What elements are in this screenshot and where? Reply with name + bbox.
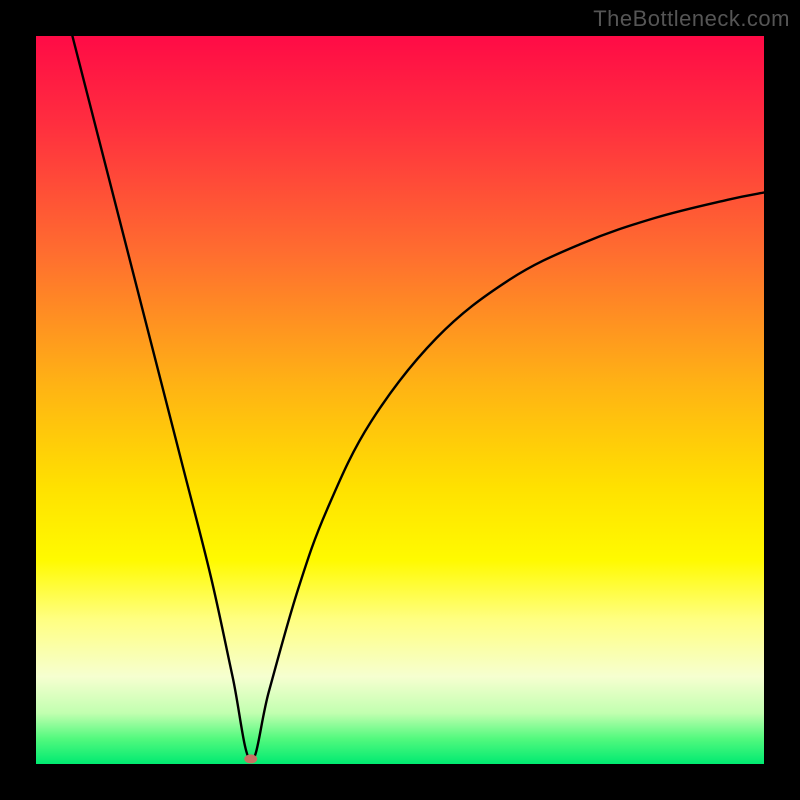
bottleneck-chart <box>36 36 764 764</box>
minimum-marker <box>244 754 257 763</box>
plot-area <box>36 36 764 764</box>
watermark-text: TheBottleneck.com <box>593 6 790 32</box>
chart-frame: TheBottleneck.com <box>0 0 800 800</box>
gradient-background <box>36 36 764 764</box>
